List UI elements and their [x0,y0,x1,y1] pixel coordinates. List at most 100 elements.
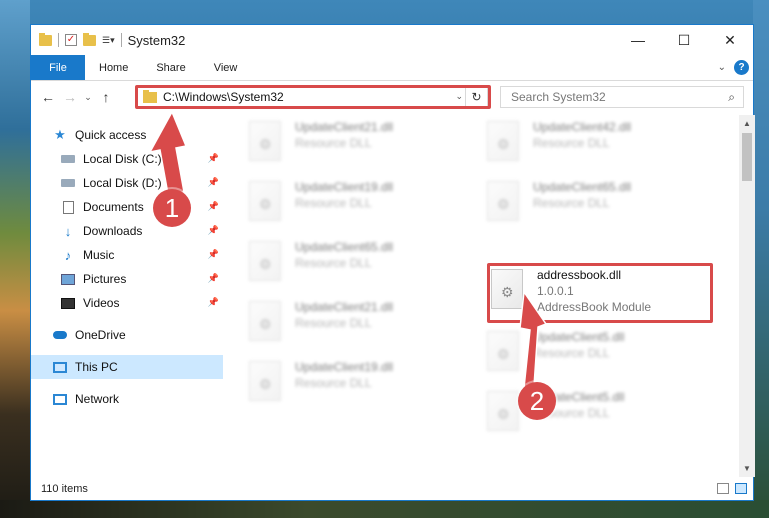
sidebar-item-label: Music [83,248,115,262]
sidebar-item-local-disk-c[interactable]: Local Disk (C:) 📌 [31,147,223,171]
file-item[interactable]: UpdateClient65.dll Resource DLL [249,235,469,287]
dll-file-icon [249,241,281,281]
dll-file-icon [487,181,519,221]
sidebar-item-label: OneDrive [75,328,126,342]
pictures-icon [61,273,75,286]
expand-ribbon-icon[interactable]: ⌄ [718,62,726,73]
pin-icon[interactable]: 📌 [208,153,219,164]
file-item[interactable]: UpdateClient42.dll Resource DLL [487,115,707,167]
sidebar-item-local-disk-d[interactable]: Local Disk (D:) 📌 [31,171,223,195]
tab-file[interactable]: File [31,55,85,80]
sidebar-item-onedrive[interactable]: OneDrive [31,323,223,347]
close-button[interactable]: ✕ [707,25,753,55]
file-name: UpdateClient42.dll [533,120,632,134]
file-description: Resource DLL [295,316,372,330]
sidebar-item-label: Local Disk (D:) [83,176,162,190]
pin-icon[interactable]: 📌 [208,297,219,308]
tab-share[interactable]: Share [142,55,199,80]
dll-file-icon [249,301,281,341]
dll-file-icon [249,181,281,221]
sidebar-item-documents[interactable]: Documents 📌 [31,195,223,219]
disk-icon [61,177,75,190]
sidebar-item-downloads[interactable]: ↓ Downloads 📌 [31,219,223,243]
file-item[interactable]: UpdateClient19.dll Resource DLL [249,175,469,227]
details-view-icon[interactable] [717,483,729,494]
navigation-pane: ★ Quick access Local Disk (C:) 📌 Local D… [31,115,223,477]
sidebar-item-music[interactable]: ♪ Music 📌 [31,243,223,267]
file-description: Resource DLL [533,196,610,210]
search-box[interactable]: Search System32 ⌕ [500,86,744,108]
sidebar-item-this-pc[interactable]: This PC [31,355,223,379]
search-icon[interactable]: ⌕ [728,90,735,105]
file-item[interactable]: UpdateClient21.dll Resource DLL [249,295,469,347]
status-bar: 110 items [31,477,753,501]
help-icon[interactable]: ? [734,60,749,75]
computer-icon [53,361,67,374]
music-icon: ♪ [64,247,72,263]
large-icons-view-icon[interactable] [735,483,747,494]
file-name: UpdateClient65.dll [533,180,632,194]
address-bar-highlight [135,85,491,109]
tab-home[interactable]: Home [85,55,142,80]
vertical-scrollbar[interactable]: ▲ ▼ [739,115,755,477]
file-description: Resource DLL [295,256,372,270]
dll-file-icon [487,121,519,161]
sidebar-item-label: Pictures [83,272,127,286]
file-highlight-box [487,263,713,323]
file-item[interactable]: UpdateClient65.dll Resource DLL [487,175,707,227]
file-description: Resource DLL [533,346,610,360]
minimize-button[interactable]: — [615,25,661,55]
window-title: System32 [127,32,186,48]
item-count: 110 items [41,483,88,495]
file-name: UpdateClient19.dll [295,180,394,194]
forward-arrow-icon[interactable]: → [59,89,81,105]
file-description: Resource DLL [295,196,372,210]
desktop-wallpaper-bottom [0,500,769,518]
ribbon-tabs: File Home Share View ⌄ ? [31,55,753,81]
pin-icon[interactable]: 📌 [208,201,219,212]
sidebar-item-quick-access[interactable]: ★ Quick access [31,123,223,147]
file-item[interactable]: UpdateClient19.dll Resource DLL [249,355,469,407]
title-bar: ✓ ☰▾ System32 — ☐ ✕ [31,25,753,55]
scroll-down-icon[interactable]: ▼ [743,464,751,473]
dll-file-icon [249,361,281,401]
ribbon-right-controls: ⌄ ? [718,60,749,75]
file-description: Resource DLL [295,136,372,150]
maximize-button[interactable]: ☐ [661,25,707,55]
star-icon: ★ [54,127,66,142]
up-arrow-icon[interactable]: ↑ [95,89,117,105]
quick-access-toolbar: ✓ ☰▾ [31,32,122,47]
file-item[interactable]: UpdateClient5.dll Resource DLL [487,325,707,377]
dll-file-icon [487,391,519,431]
file-explorer-window: ✓ ☰▾ System32 — ☐ ✕ File Home Share View… [30,24,755,501]
view-switcher [717,483,747,494]
sidebar-item-label: Videos [83,296,120,310]
file-description: Resource DLL [533,136,610,150]
pin-icon[interactable]: 📌 [208,225,219,236]
new-folder-icon[interactable] [83,32,96,46]
properties-icon[interactable]: ✓ [65,34,77,46]
search-input[interactable]: Search System32 [511,90,606,104]
back-arrow-icon[interactable]: ← [37,89,59,105]
customize-toolbar-icon[interactable]: ☰▾ [102,35,115,46]
pin-icon[interactable]: 📌 [208,177,219,188]
step-1-badge: 1 [153,189,191,227]
file-list: UpdateClient21.dll Resource DLL UpdateCli… [229,115,739,477]
recent-locations-chevron-icon[interactable]: ⌄ [81,92,95,103]
disk-icon [61,153,75,166]
file-item[interactable]: UpdateClient21.dll Resource DLL [249,115,469,167]
tab-view[interactable]: View [200,55,252,80]
dll-file-icon [487,331,519,371]
sidebar-item-pictures[interactable]: Pictures 📌 [31,267,223,291]
sidebar-item-label: Network [75,392,120,406]
cloud-icon [53,329,67,342]
scrollbar-thumb[interactable] [742,133,752,181]
file-name: UpdateClient65.dll [295,240,394,254]
file-name: UpdateClient19.dll [295,360,394,374]
sidebar-item-label: Documents [83,200,144,214]
pin-icon[interactable]: 📌 [208,249,219,260]
pin-icon[interactable]: 📌 [208,273,219,284]
sidebar-item-videos[interactable]: Videos 📌 [31,291,223,315]
sidebar-item-network[interactable]: Network [31,387,223,411]
scroll-up-icon[interactable]: ▲ [743,119,751,128]
